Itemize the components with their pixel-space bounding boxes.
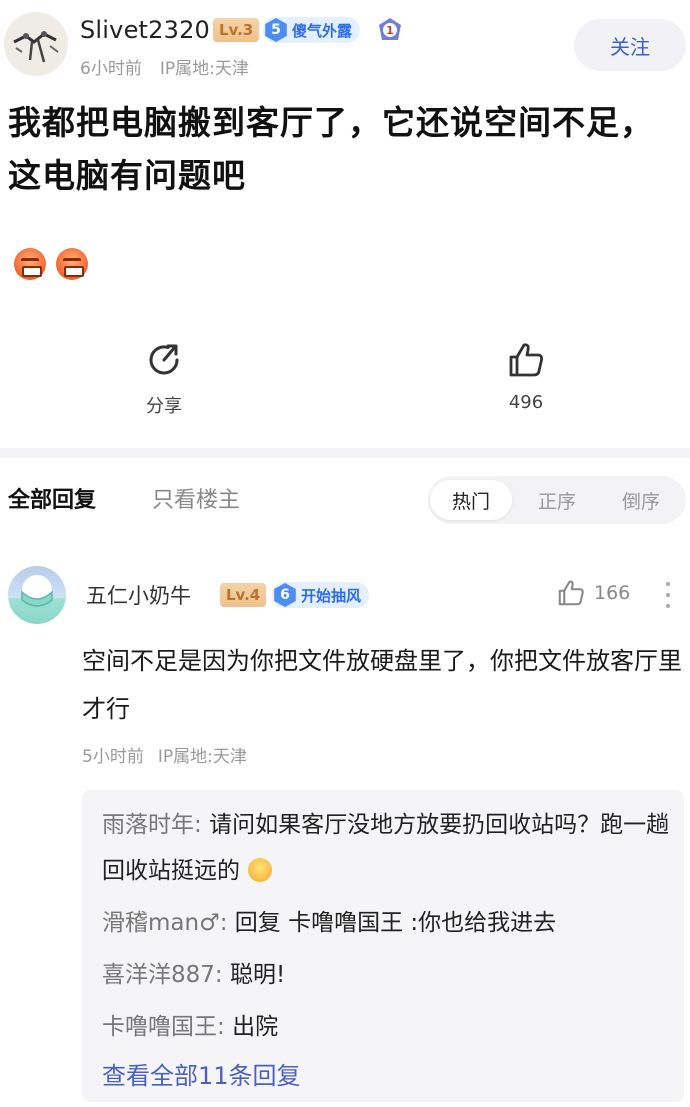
thumbs-up-icon xyxy=(509,343,544,377)
comment-like-button[interactable]: 166 xyxy=(556,578,630,608)
tab-op-only[interactable]: 只看楼主 xyxy=(152,482,240,514)
post-ip: IP属地:天津 xyxy=(159,59,249,79)
sub-reply[interactable]: 滑稽man♂: 回复 卡噜噜国王 :你也给我进去 xyxy=(102,900,672,946)
like-button[interactable]: 496 xyxy=(466,340,586,413)
avatar[interactable] xyxy=(4,12,68,76)
sort-toggle: 热门 正序 倒序 xyxy=(428,476,686,524)
fan-badge: 5 傻气外露 xyxy=(263,17,361,43)
share-label: 分享 xyxy=(146,396,182,417)
comment-time: 5小时前 xyxy=(82,747,144,767)
sub-replies: 雨落时年: 请问如果客厅没地方放要扔回收站吗？跑一趟回收站挺远的 滑稽man♂:… xyxy=(82,790,684,1102)
sub-reply-author[interactable]: 喜洋洋887: xyxy=(102,962,223,988)
sub-reply-text: 出院 xyxy=(232,1014,279,1040)
level-badge: Lv.3 xyxy=(213,18,260,42)
sub-reply-text: 聪明! xyxy=(229,962,286,988)
angry-face-icon xyxy=(14,248,46,280)
post-title: 我都把电脑搬到客厅了，它还说空间不足，这电脑有问题吧 xyxy=(8,103,654,195)
comment-fan-level-number: 6 xyxy=(274,583,296,607)
fan-title: 傻气外露 xyxy=(292,21,353,40)
blushing-face-icon xyxy=(248,858,272,882)
angry-face-icon xyxy=(56,248,88,280)
sort-ascending[interactable]: 正序 xyxy=(516,480,598,520)
sub-reply-author[interactable]: 滑稽man♂: xyxy=(102,910,227,936)
reply-tabs: 全部回复 只看楼主 热门 正序 倒序 xyxy=(0,470,690,530)
fan-level-number: 5 xyxy=(265,18,287,42)
rank-badge-icon: 1 xyxy=(379,18,401,40)
comment-text: 空间不足是因为你把文件放硬盘里了，你把文件放客厅里才行 xyxy=(82,647,682,723)
sub-reply[interactable]: 卡噜噜国王: 出院 xyxy=(102,1004,672,1050)
author-name[interactable]: Slivet2320 xyxy=(80,16,210,44)
sub-reply-text: 回复 卡噜噜国王 :你也给我进去 xyxy=(234,910,557,936)
comment-fan-badge: 6 开始抽风 xyxy=(272,582,370,608)
sub-reply-author[interactable]: 雨落时年: xyxy=(102,812,202,838)
section-divider xyxy=(0,448,690,458)
comment-level-badge: Lv.4 xyxy=(220,583,267,607)
follow-button[interactable]: 关注 xyxy=(574,19,686,71)
sub-reply[interactable]: 雨落时年: 请问如果客厅没地方放要扔回收站吗？跑一趟回收站挺远的 xyxy=(102,802,672,894)
comment-avatar[interactable] xyxy=(8,566,66,624)
emoji-row xyxy=(14,248,88,280)
sort-hot[interactable]: 热门 xyxy=(430,480,512,520)
comment-fan-title: 开始抽风 xyxy=(301,586,362,605)
sub-reply[interactable]: 喜洋洋887: 聪明! xyxy=(102,952,672,998)
comment-like-count: 166 xyxy=(594,582,631,604)
sub-reply-author[interactable]: 卡噜噜国王: xyxy=(102,1014,225,1040)
sort-descending[interactable]: 倒序 xyxy=(600,480,682,520)
rank-number: 1 xyxy=(386,24,394,37)
comment-author[interactable]: 五仁小奶牛 xyxy=(86,580,191,610)
thumbs-up-icon xyxy=(558,580,584,606)
comment-meta: 5小时前 IP属地:天津 xyxy=(82,742,247,767)
post-time: 6小时前 xyxy=(80,59,142,79)
share-icon xyxy=(149,344,179,375)
post-meta: 6小时前 IP属地:天津 xyxy=(80,54,249,79)
like-count: 496 xyxy=(508,392,544,413)
comment-ip: IP属地:天津 xyxy=(157,747,247,767)
post-header: Slivet2320 Lv.3 5 傻气外露 1 6小时前 IP属地:天津 关注 xyxy=(0,0,690,82)
share-button[interactable]: 分享 xyxy=(104,340,224,418)
more-options-icon[interactable] xyxy=(660,578,676,612)
masked-face-avatar-icon xyxy=(21,575,53,607)
tab-all-replies[interactable]: 全部回复 xyxy=(8,482,96,514)
avatar-drawing-icon xyxy=(13,31,59,63)
view-all-replies-link[interactable]: 查看全部11条回复 xyxy=(102,1056,301,1091)
